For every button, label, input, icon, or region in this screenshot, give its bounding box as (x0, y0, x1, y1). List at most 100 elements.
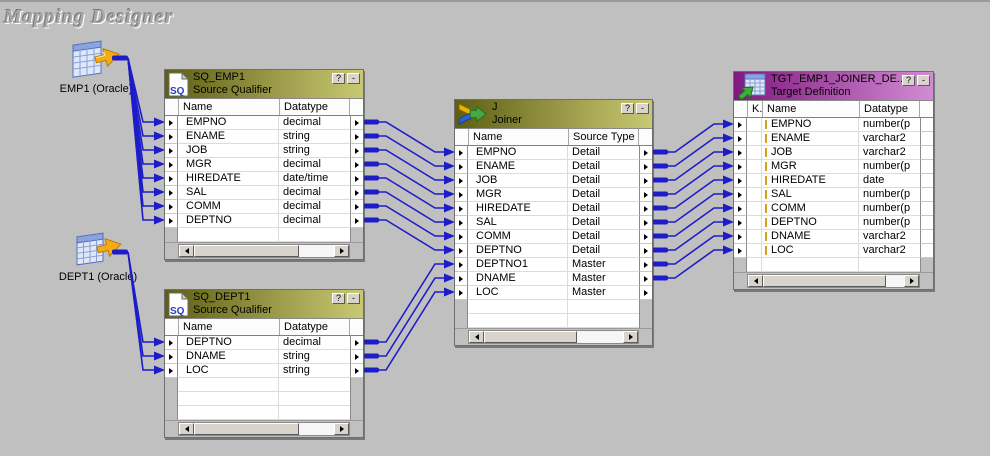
output-port[interactable] (350, 336, 363, 350)
input-port[interactable] (734, 132, 747, 146)
field-row[interactable]: SAL Detail (455, 216, 652, 230)
field-row[interactable]: HIREDATE date/time (165, 172, 363, 186)
minimize-button[interactable]: - (347, 293, 360, 304)
field-row[interactable]: HIREDATE Detail (455, 202, 652, 216)
scrollbar-track[interactable] (299, 423, 334, 435)
field-row[interactable]: JOB Detail (455, 174, 652, 188)
field-row[interactable]: HIREDATE date (734, 174, 933, 188)
minimize-button[interactable]: - (917, 75, 930, 86)
output-port[interactable] (639, 244, 652, 258)
output-port[interactable] (920, 188, 933, 202)
input-port[interactable] (455, 174, 468, 188)
target-titlebar[interactable]: TGT_EMP1_JOINER_DE... Target Definition … (734, 72, 933, 100)
output-port[interactable] (350, 144, 363, 158)
field-row[interactable]: SAL number(p (734, 188, 933, 202)
input-port[interactable] (734, 188, 747, 202)
input-port[interactable] (165, 116, 178, 130)
scroll-left-button[interactable] (469, 331, 484, 343)
field-row[interactable]: MGR Detail (455, 188, 652, 202)
input-port[interactable] (165, 186, 178, 200)
scrollbar-track[interactable] (886, 275, 904, 287)
horizontal-scrollbar[interactable] (178, 244, 350, 258)
joiner-titlebar[interactable]: J Joiner ? - (455, 100, 652, 128)
scroll-left-button[interactable] (179, 245, 194, 257)
scrollbar-track[interactable] (576, 331, 623, 343)
output-port[interactable] (920, 244, 933, 258)
input-port[interactable] (165, 200, 178, 214)
scrollbar-thumb[interactable] (194, 423, 300, 435)
minimize-button[interactable]: - (347, 73, 360, 84)
help-button[interactable]: ? (332, 73, 345, 84)
help-button[interactable]: ? (902, 75, 915, 86)
mapping-workspace[interactable]: Mapping Designer EMP1 (Oracle) DEPT1 (Or… (0, 0, 990, 456)
output-port[interactable] (639, 272, 652, 286)
output-port[interactable] (350, 186, 363, 200)
output-port[interactable] (920, 146, 933, 160)
input-port[interactable] (734, 118, 747, 132)
output-port[interactable] (639, 230, 652, 244)
input-port[interactable] (455, 230, 468, 244)
output-port[interactable] (639, 160, 652, 174)
scrollbar-track[interactable] (299, 245, 334, 257)
output-port[interactable] (639, 258, 652, 272)
field-row[interactable]: DEPTNO1 Master (455, 258, 652, 272)
output-port[interactable] (350, 172, 363, 186)
output-port[interactable] (350, 130, 363, 144)
output-port[interactable] (639, 286, 652, 300)
input-port[interactable] (455, 146, 468, 160)
input-port[interactable] (734, 174, 747, 188)
field-row[interactable]: ENAME varchar2 (734, 132, 933, 146)
horizontal-scrollbar[interactable] (747, 274, 920, 288)
field-row[interactable]: DNAME varchar2 (734, 230, 933, 244)
input-port[interactable] (165, 172, 178, 186)
input-port[interactable] (165, 214, 178, 228)
input-port[interactable] (734, 202, 747, 216)
output-port[interactable] (639, 174, 652, 188)
field-row[interactable]: COMM number(p (734, 202, 933, 216)
output-port[interactable] (920, 230, 933, 244)
input-port[interactable] (455, 244, 468, 258)
input-port[interactable] (165, 364, 178, 378)
field-row[interactable]: EMPNO number(p (734, 118, 933, 132)
minimize-button[interactable]: - (636, 103, 649, 114)
scroll-right-button[interactable] (334, 245, 349, 257)
output-port[interactable] (639, 216, 652, 230)
input-port[interactable] (734, 244, 747, 258)
input-port[interactable] (455, 286, 468, 300)
scroll-left-button[interactable] (748, 275, 763, 287)
field-row[interactable]: EMPNO Detail (455, 146, 652, 160)
scrollbar-thumb[interactable] (194, 245, 300, 257)
horizontal-scrollbar[interactable] (468, 330, 639, 344)
input-port[interactable] (455, 160, 468, 174)
sq-emp1-titlebar[interactable]: SQ SQ_EMP1 Source Qualifier ? - (165, 70, 363, 98)
input-port[interactable] (734, 216, 747, 230)
input-port[interactable] (455, 258, 468, 272)
field-row[interactable]: DNAME Master (455, 272, 652, 286)
field-row[interactable]: LOC Master (455, 286, 652, 300)
output-port[interactable] (920, 160, 933, 174)
field-row[interactable]: ENAME string (165, 130, 363, 144)
output-port[interactable] (920, 118, 933, 132)
field-row[interactable]: EMPNO decimal (165, 116, 363, 130)
input-port[interactable] (455, 216, 468, 230)
output-port[interactable] (639, 202, 652, 216)
horizontal-scrollbar[interactable] (178, 422, 350, 436)
help-button[interactable]: ? (621, 103, 634, 114)
input-port[interactable] (165, 336, 178, 350)
field-row[interactable]: LOC string (165, 364, 363, 378)
field-row[interactable]: DEPTNO number(p (734, 216, 933, 230)
field-row[interactable]: JOB varchar2 (734, 146, 933, 160)
output-port[interactable] (639, 188, 652, 202)
output-port[interactable] (350, 364, 363, 378)
scroll-left-button[interactable] (179, 423, 194, 435)
input-port[interactable] (165, 350, 178, 364)
input-port[interactable] (734, 146, 747, 160)
field-row[interactable]: COMM decimal (165, 200, 363, 214)
field-row[interactable]: SAL decimal (165, 186, 363, 200)
output-port[interactable] (920, 202, 933, 216)
field-row[interactable]: ENAME Detail (455, 160, 652, 174)
input-port[interactable] (455, 272, 468, 286)
field-row[interactable]: DNAME string (165, 350, 363, 364)
input-port[interactable] (734, 230, 747, 244)
field-row[interactable]: DEPTNO decimal (165, 214, 363, 228)
